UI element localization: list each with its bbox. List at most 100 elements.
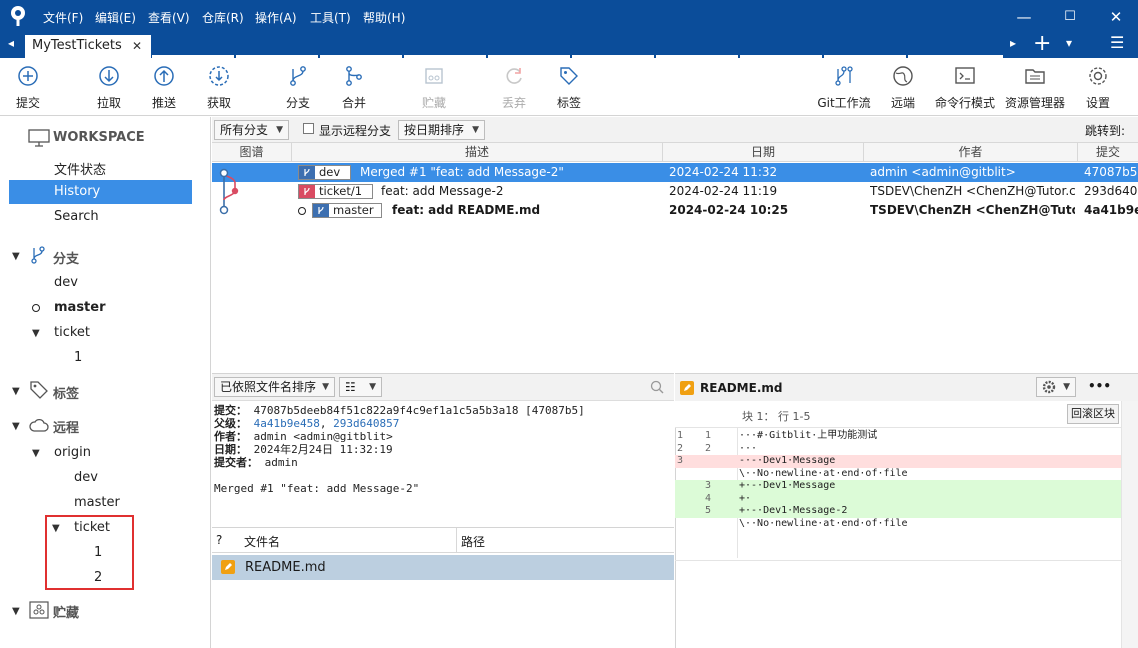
tag-button[interactable]: 标签 (539, 58, 599, 116)
explorer-label: 资源管理器 (1005, 96, 1066, 110)
parent-link[interactable]: 293d640857 (333, 417, 399, 430)
sort-files-dropdown[interactable]: 已依照文件名排序 ▼ (214, 377, 335, 397)
tags-heading[interactable]: 标签 (53, 383, 79, 402)
tab-close-icon[interactable]: ✕ (132, 35, 142, 57)
gitflow-icon (835, 66, 853, 86)
stashes-chevron-down-icon[interactable]: ▼ (12, 606, 20, 617)
remotes-chevron-down-icon[interactable]: ▼ (12, 421, 20, 432)
gitflow-button[interactable]: Git工作流 (814, 58, 874, 116)
sidebar-branch-ticket[interactable]: ticket (54, 325, 90, 340)
commit-date: 2024-02-24 11:32 (669, 165, 778, 179)
sidebar-item-file-status[interactable]: 文件状态 (54, 159, 106, 178)
commit-date: 2024-02-24 10:25 (669, 203, 789, 217)
minimize-button[interactable]: — (1010, 6, 1038, 28)
all-branches-dropdown[interactable]: 所有分支 ▼ (214, 120, 289, 140)
fetch-button[interactable]: 获取 (189, 58, 249, 116)
table-row[interactable]: ticket/1 feat: add Message-2 2024-02-24 … (212, 182, 1138, 201)
revert-hunk-button[interactable]: 回滚区块 (1067, 404, 1119, 424)
settings-button[interactable]: 设置 (1068, 58, 1128, 116)
sidebar-item-history[interactable]: History (9, 180, 192, 204)
ticket-chevron-down-icon[interactable]: ▼ (32, 328, 40, 339)
search-icon[interactable] (650, 380, 664, 394)
maximize-button[interactable]: ☐ (1056, 6, 1084, 28)
column-filename[interactable]: 文件名 (244, 533, 280, 550)
diff-line: \··No·newline·at·end·of·file (739, 517, 908, 529)
remote-button[interactable]: 远端 (873, 58, 933, 116)
file-list-item[interactable]: README.md (212, 555, 674, 580)
tab-mytesttickets[interactable]: MyTestTickets ✕ (25, 35, 151, 58)
tags-chevron-down-icon[interactable]: ▼ (12, 386, 20, 397)
log-column-headers: 图谱 描述 日期 作者 提交 (212, 143, 1138, 162)
menu-actions[interactable]: 操作(A) (255, 9, 297, 26)
stash-button[interactable]: 贮藏 (404, 58, 464, 116)
branch-label-ticket-1: ticket/1 (298, 184, 373, 199)
new-tab-button[interactable]: + (1033, 31, 1051, 56)
more-options-icon[interactable]: ••• (1088, 379, 1111, 393)
branch-label: 分支 (285, 96, 310, 110)
sidebar-remote-origin[interactable]: origin (54, 445, 91, 460)
column-graph[interactable]: 图谱 (212, 143, 292, 162)
show-remote-checkbox[interactable] (303, 123, 314, 134)
sidebar-item-search[interactable]: Search (54, 209, 99, 224)
sort-by-date-dropdown[interactable]: 按日期排序 ▼ (398, 120, 485, 140)
sidebar-branch-dev[interactable]: dev (54, 275, 78, 290)
gitflow-label: Git工作流 (817, 96, 871, 110)
current-branch-indicator-icon (32, 304, 40, 312)
branch-button[interactable]: 分支 (268, 58, 328, 116)
menu-help[interactable]: 帮助(H) (363, 9, 405, 26)
tab-scroll-right-icon[interactable]: ▸ (1010, 36, 1016, 50)
tab-scroll-left-icon[interactable]: ◂ (8, 36, 14, 50)
branches-chevron-down-icon[interactable]: ▼ (12, 251, 20, 262)
push-button[interactable]: 推送 (134, 58, 194, 116)
menu-file[interactable]: 文件(F) (43, 9, 83, 26)
diff-line-removed: 3 -·-·Dev1·Message (675, 455, 1121, 468)
chevron-down-icon: ▼ (472, 125, 479, 135)
tab-list-dropdown-icon[interactable]: ▾ (1066, 36, 1072, 50)
commit-button[interactable]: 提交 (0, 58, 58, 116)
diff-line: 2 2 ··· (677, 442, 758, 454)
diff-line: 1 1 ···#·Gitblit·上甲功能测试 (677, 430, 878, 441)
diff-options-dropdown[interactable]: ▼ (1036, 377, 1076, 397)
folder-icon (1025, 69, 1045, 84)
diff-file-name: README.md (700, 381, 783, 395)
commit-hash: 4a41b9e (1084, 203, 1138, 217)
cloud-icon (29, 418, 49, 432)
table-row[interactable]: master feat: add README.md 2024-02-24 10… (212, 201, 1138, 220)
gear-icon (1042, 380, 1056, 394)
parents-line: 父级： 4a41b9e458, 293d640857 (214, 417, 400, 430)
diff-line-added: 3 +·-·Dev1·Message (675, 480, 1121, 493)
commit-message: Merged #1 "feat: add Message-2" (214, 482, 420, 495)
remotes-heading[interactable]: 远程 (53, 417, 79, 436)
tag-icon (560, 67, 578, 85)
column-path[interactable]: 路径 (461, 533, 485, 550)
sidebar-remote-master[interactable]: master (74, 495, 120, 510)
hamburger-menu-icon[interactable]: ☰ (1110, 33, 1124, 52)
sidebar-branch-master[interactable]: master (54, 300, 106, 315)
diff-scrollbar[interactable] (1121, 401, 1138, 648)
menu-repository[interactable]: 仓库(R) (202, 9, 244, 26)
explorer-button[interactable]: 资源管理器 (1005, 58, 1065, 116)
stashes-heading[interactable]: 贮藏 (53, 602, 79, 621)
discard-button[interactable]: 丢弃 (484, 58, 544, 116)
column-status[interactable]: ? (216, 533, 222, 547)
sidebar-branch-ticket-1[interactable]: 1 (74, 350, 82, 365)
column-author[interactable]: 作者 (864, 143, 1078, 162)
branch-label-master: master (312, 203, 382, 218)
column-date[interactable]: 日期 (663, 143, 864, 162)
pull-button[interactable]: 拉取 (79, 58, 139, 116)
origin-chevron-down-icon[interactable]: ▼ (32, 448, 40, 459)
column-description[interactable]: 描述 (292, 143, 663, 162)
sidebar-remote-dev[interactable]: dev (74, 470, 98, 485)
table-row[interactable]: dev Merged #1 "feat: add Message-2" 2024… (212, 163, 1138, 182)
parent-link[interactable]: 4a41b9e458 (254, 417, 320, 430)
column-commit[interactable]: 提交 (1078, 143, 1138, 162)
menu-edit[interactable]: 编辑(E) (95, 9, 136, 26)
terminal-button[interactable]: 命令行模式 (935, 58, 995, 116)
menu-view[interactable]: 查看(V) (148, 9, 190, 26)
menu-tools[interactable]: 工具(T) (310, 9, 351, 26)
date-line: 日期： 2024年2月24日 11:32:19 (214, 443, 393, 456)
close-button[interactable]: ✕ (1102, 6, 1130, 28)
view-mode-dropdown[interactable]: ☷ ▼ (339, 377, 382, 397)
merge-button[interactable]: 合并 (324, 58, 384, 116)
branches-heading[interactable]: 分支 (53, 248, 79, 267)
